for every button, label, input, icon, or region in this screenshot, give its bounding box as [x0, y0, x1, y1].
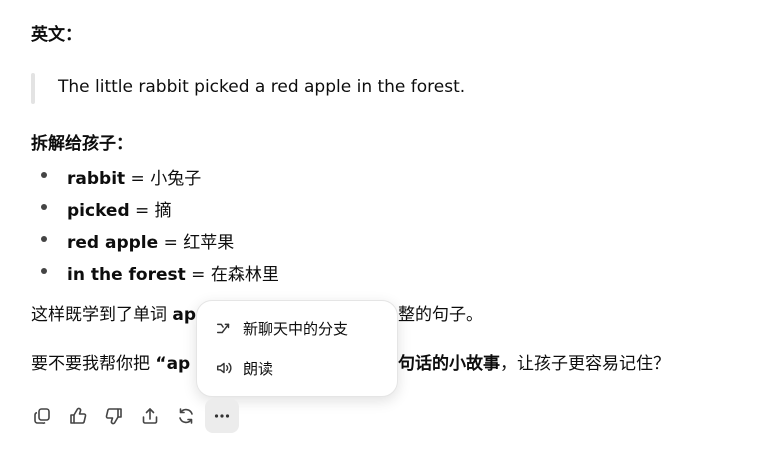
list-item: picked = 摘	[67, 196, 172, 221]
regenerate-button[interactable]	[170, 400, 202, 432]
list-item: rabbit = 小兔子	[67, 164, 201, 189]
para1-lead-text: 这样既学到了单词	[31, 305, 173, 325]
bullet	[41, 268, 47, 274]
bullet	[41, 172, 47, 178]
list-item-word: in the forest	[67, 265, 186, 285]
blockquote-bar	[31, 73, 35, 104]
english-heading: 英文：	[31, 25, 82, 45]
thumbs-down-button[interactable]	[98, 400, 130, 432]
menu-item-branch-label: 新聊天中的分支	[243, 319, 349, 338]
list-item: in the forest = 在森林里	[67, 260, 279, 285]
list-item: red apple = 红苹果	[67, 228, 234, 253]
para2-bold-a: “ap	[155, 354, 191, 374]
breakdown-heading: 拆解给孩子：	[31, 134, 133, 154]
para2-tail-text: ，让孩子更容易记住？	[500, 354, 670, 374]
list-item-word: rabbit	[67, 169, 126, 189]
list-item-meaning: = 红苹果	[158, 233, 235, 253]
list-item-meaning: = 摘	[129, 201, 172, 221]
paragraph-2-lead: 要不要我帮你把 “ap	[31, 349, 190, 374]
list-item-meaning: = 小兔子	[125, 169, 202, 189]
speaker-icon	[216, 362, 232, 374]
more-button[interactable]	[205, 399, 239, 433]
message-more-menu: 新聊天中的分支 朗读	[196, 300, 398, 397]
list-item-word: picked	[67, 201, 130, 221]
paragraph-1-lead: 这样既学到了单词 ap	[31, 300, 196, 325]
copy-icon	[34, 408, 50, 424]
list-item-word: red apple	[67, 233, 159, 253]
copy-button[interactable]	[26, 400, 58, 432]
regenerate-icon	[179, 408, 193, 424]
more-icon	[214, 414, 230, 418]
paragraph-2-tail: 句话的小故事，让孩子更容易记住？	[398, 349, 670, 374]
para1-bold-text: ap	[172, 305, 197, 325]
bullet	[41, 204, 47, 210]
share-icon	[142, 408, 158, 424]
list-item-meaning: = 在森林里	[185, 265, 279, 285]
para2-lead-text: 要不要我帮你把	[31, 354, 156, 374]
branch-icon	[216, 323, 230, 334]
share-button[interactable]	[134, 400, 166, 432]
paragraph-1-tail: 整的句子。	[398, 305, 483, 325]
thumbs-down-icon	[105, 408, 122, 425]
bullet	[41, 236, 47, 242]
english-sentence: The little rabbit picked a red apple in …	[58, 77, 466, 97]
menu-item-branch[interactable]: 新聊天中的分支	[215, 316, 348, 340]
para2-bold-b: 句话的小故事	[398, 354, 500, 374]
thumbs-up-button[interactable]	[62, 400, 94, 432]
thumbs-up-icon	[70, 407, 87, 424]
menu-item-read-aloud-label: 朗读	[243, 359, 274, 378]
menu-item-read-aloud[interactable]: 朗读	[215, 356, 273, 380]
